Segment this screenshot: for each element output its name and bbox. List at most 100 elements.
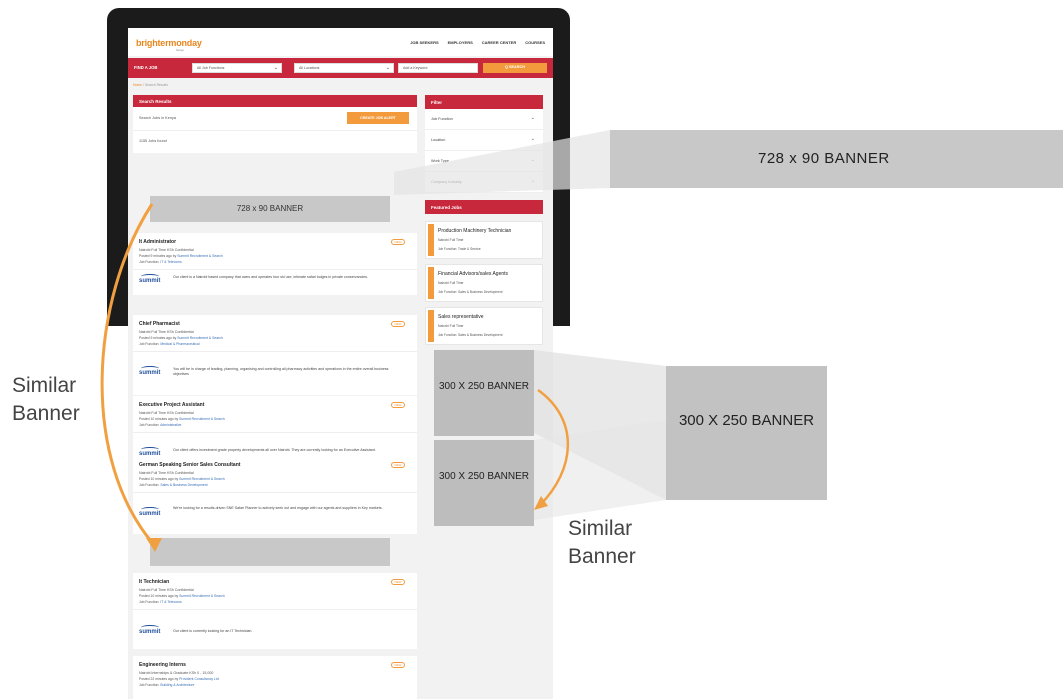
job-card[interactable]: Chief Pharmacist NEW Nairobi Full Time K…	[133, 315, 417, 395]
function-prefix: Job Function:	[139, 423, 160, 427]
job-description: Our client is a Nairobi based company th…	[173, 275, 368, 279]
nav-courses[interactable]: COURSES	[525, 40, 545, 45]
filter-label: Company Industry	[431, 180, 462, 184]
job-description: You will be in charge of leading, planni…	[173, 367, 389, 376]
new-badge: NEW	[391, 402, 405, 408]
job-description: Our client is currently looking for an I…	[173, 629, 253, 633]
chevron-down-icon: ⌄	[530, 157, 535, 163]
job-posted: Posted 10 minutes ago by Summit Recruitm…	[139, 477, 225, 481]
posted-prefix: Posted 22 minutes ago by	[139, 677, 179, 681]
new-badge: NEW	[391, 321, 405, 327]
function-link[interactable]: Building & Architecture	[160, 683, 194, 687]
filter-location[interactable]: Location ⌄	[425, 130, 543, 151]
similar-banner-label-left: Similar Banner	[12, 374, 80, 425]
medium-rect-callout: 300 X 250 BANNER	[666, 366, 827, 500]
function-prefix: Job Function:	[139, 683, 160, 687]
featured-job-title[interactable]: Financial Advisors/sales Agents	[438, 271, 508, 277]
job-function: Job Function: Medical & Pharmaceutical	[139, 342, 200, 346]
divider	[133, 492, 417, 493]
featured-job-function: Job Function: Sales & Business Developme…	[438, 290, 503, 294]
location-select[interactable]: All Locations ⌄	[294, 63, 394, 73]
job-title[interactable]: Chief Pharmacist	[139, 321, 180, 327]
divider	[133, 269, 417, 270]
job-meta: Nairobi Full Time KSh Confidential	[139, 248, 194, 252]
breadcrumb-current: Search Results	[144, 83, 168, 87]
divider	[133, 351, 417, 352]
company-link[interactable]: Provident Consultancy Ltd	[179, 677, 219, 681]
leaderboard-callout: 728 x 90 BANNER	[610, 130, 1063, 188]
company-link[interactable]: Summit Recruitment & Search	[177, 254, 223, 258]
job-function: Job Function: Administrative	[139, 423, 181, 427]
function-select[interactable]: All Job Functions ⌄	[192, 63, 282, 73]
filter-company-industry[interactable]: Company Industry ⌄	[425, 172, 543, 193]
filter-job-function[interactable]: Job Function ⌄	[425, 109, 543, 130]
search-button[interactable]: Q SEARCH	[483, 63, 547, 73]
create-job-alert-button[interactable]: CREATE JOB ALERT	[347, 112, 409, 124]
keyword-placeholder: Add a Keyword	[403, 66, 428, 70]
featured-job-card[interactable]: Production Machinery Technician Nairobi …	[425, 221, 543, 259]
job-card[interactable]: It Technician NEW Nairobi Full Time KSh …	[133, 573, 417, 649]
filter-heading: Filter	[425, 95, 543, 109]
keyword-input[interactable]: Add a Keyword	[398, 63, 478, 73]
featured-job-card[interactable]: Financial Advisors/sales Agents Nairobi …	[425, 264, 543, 302]
function-link[interactable]: IT & Telecoms	[160, 260, 181, 264]
mrec-projection-top	[534, 350, 666, 500]
job-card[interactable]: It Administrator NEW Nairobi Full Time K…	[133, 233, 417, 295]
job-title[interactable]: Executive Project Assistant	[139, 402, 204, 408]
job-card[interactable]: Engineering Interns NEW Nairobi Internsh…	[133, 656, 417, 699]
company-link[interactable]: Summit Recruitment & Search	[179, 417, 225, 421]
featured-job-meta: Nairobi Full Time	[438, 281, 464, 285]
featured-job-title[interactable]: Sales representative	[438, 314, 484, 320]
job-title[interactable]: It Technician	[139, 579, 169, 585]
featured-strip	[428, 310, 434, 342]
nav-job-seekers[interactable]: JOB SEEKERS	[410, 40, 438, 45]
chevron-down-icon: ⌄	[530, 178, 535, 184]
posted-prefix: Posted 9 minutes ago by	[139, 336, 177, 340]
function-link[interactable]: IT & Telecoms	[160, 600, 181, 604]
results-count-row: 1155 Jobs found	[133, 131, 417, 153]
featured-job-card[interactable]: Sales representative Nairobi Full Time J…	[425, 307, 543, 345]
job-title[interactable]: Engineering Interns	[139, 662, 186, 668]
featured-jobs-heading: Featured Jobs	[425, 200, 543, 214]
medium-rectangle-banner: 300 X 250 BANNER	[434, 350, 534, 436]
job-title[interactable]: German Speaking Senior Sales Consultant	[139, 462, 240, 468]
function-prefix: Job Function:	[139, 600, 160, 604]
company-logo: summit	[139, 625, 161, 635]
job-posted: Posted 10 minutes ago by Summit Recruitm…	[139, 417, 225, 421]
company-logo: summit	[139, 274, 161, 284]
function-prefix: Job Function:	[139, 483, 160, 487]
filter-work-type[interactable]: Work Type ⌄	[425, 151, 543, 172]
new-badge: NEW	[391, 662, 405, 668]
job-title[interactable]: It Administrator	[139, 239, 176, 245]
function-link[interactable]: Medical & Pharmaceutical	[160, 342, 199, 346]
job-posted: Posted 22 minutes ago by Provident Consu…	[139, 677, 219, 681]
function-link[interactable]: Administrative	[160, 423, 181, 427]
featured-job-title[interactable]: Production Machinery Technician	[438, 228, 511, 234]
job-meta: Nairobi Full Time KSh Confidential	[139, 411, 194, 415]
company-link[interactable]: Summit Recruitment & Search	[179, 594, 225, 598]
site-header: brightermonday Kenya JOB SEEKERS EMPLOYE…	[128, 28, 553, 56]
chevron-down-icon: ⌄	[530, 136, 535, 142]
similar-banner-label-right: Similar Banner	[568, 517, 636, 568]
results-heading: Search Results	[133, 95, 417, 107]
posted-prefix: Posted 10 minutes ago by	[139, 594, 179, 598]
logo[interactable]: brightermonday Kenya	[136, 38, 202, 52]
job-description: Our client offers investment grade prope…	[173, 448, 376, 452]
similar-inline-banner	[150, 538, 390, 566]
chevron-down-icon: ⌄	[273, 65, 278, 71]
function-link[interactable]: Sales & Business Development	[160, 483, 207, 487]
main-nav: JOB SEEKERS EMPLOYERS CAREER CENTER COUR…	[410, 40, 545, 45]
job-meta: Nairobi Full Time KSh Confidential	[139, 330, 194, 334]
company-link[interactable]: Summit Recruitment & Search	[177, 336, 223, 340]
company-link[interactable]: Summit Recruitment & Search	[179, 477, 225, 481]
new-badge: NEW	[391, 239, 405, 245]
logo-tagline: Kenya	[176, 48, 184, 52]
nav-employers[interactable]: EMPLOYERS	[448, 40, 473, 45]
job-card[interactable]: German Speaking Senior Sales Consultant …	[133, 456, 417, 534]
job-meta: Nairobi Full Time KSh Confidential	[139, 588, 194, 592]
breadcrumb-home[interactable]: Home	[133, 83, 142, 87]
nav-career-center[interactable]: CAREER CENTER	[482, 40, 516, 45]
job-posted: Posted 10 minutes ago by Summit Recruitm…	[139, 594, 225, 598]
filter-label: Work Type	[431, 159, 450, 163]
featured-job-meta: Nairobi Full Time	[438, 238, 464, 242]
